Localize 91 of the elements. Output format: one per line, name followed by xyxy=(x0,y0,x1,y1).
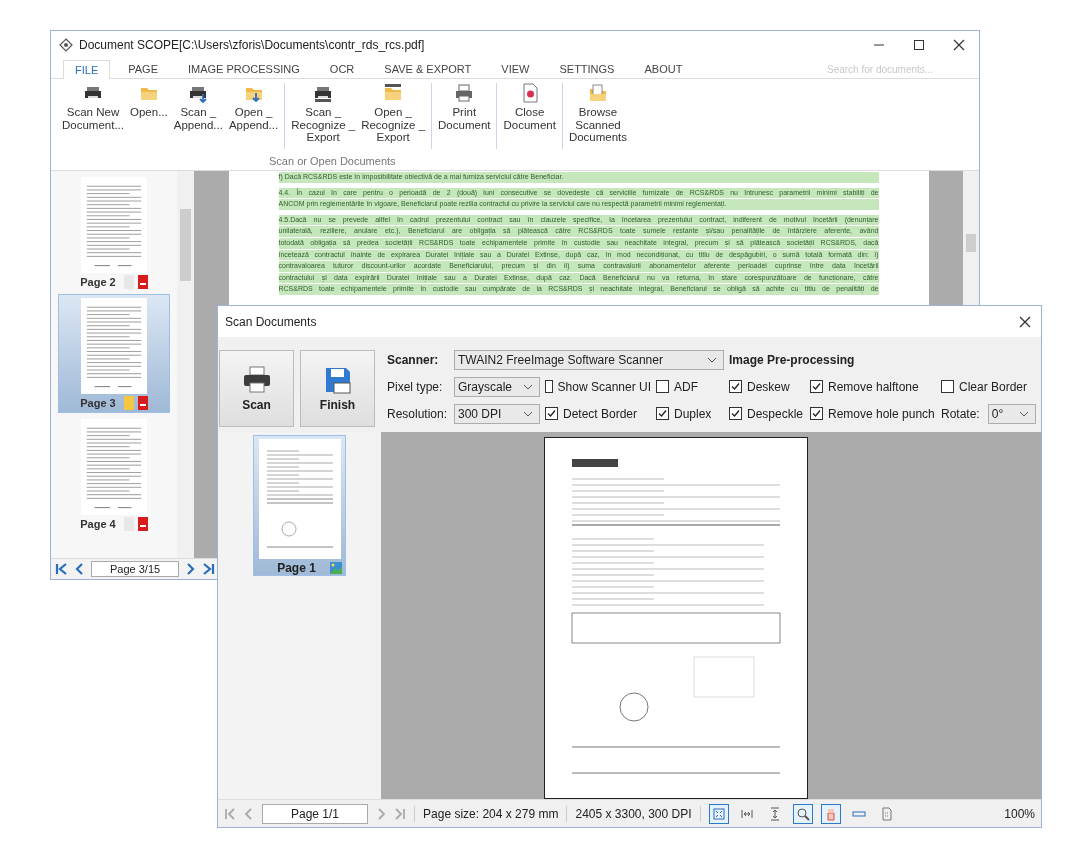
maximize-icon[interactable] xyxy=(913,38,925,51)
page-thumbnail-item[interactable]: Page 3 xyxy=(58,294,170,413)
checkmark-icon xyxy=(730,408,741,419)
page-icon xyxy=(879,806,894,821)
pdf-icon xyxy=(137,396,148,410)
image-icon xyxy=(329,562,342,574)
chevron-down-icon xyxy=(523,383,533,390)
printer-icon xyxy=(241,365,272,394)
page-number-field[interactable]: Page 1/1 xyxy=(262,803,369,824)
page-thumbnail-item[interactable]: Page 2 xyxy=(58,173,170,292)
option-checkbox[interactable]: Remove halftone xyxy=(810,379,936,394)
pixel-type-dropdown[interactable]: Grayscale xyxy=(454,376,540,397)
option-checkbox[interactable]: Despeckle xyxy=(729,406,805,421)
checkmark-icon xyxy=(657,408,668,419)
page-number-field[interactable]: Page 3/15 xyxy=(91,561,180,577)
ribbon-button[interactable]: Close Document xyxy=(500,83,559,131)
ribbon-button[interactable]: Open _ Append... xyxy=(225,83,282,131)
window-title: Document SCOPE[C:\Users\zforis\Documents\contr_rds_rcs.pdf] xyxy=(79,37,426,52)
pan-tool-button[interactable] xyxy=(820,803,841,824)
first-page-icon[interactable] xyxy=(224,807,236,820)
scanner-label: Scanner: xyxy=(387,352,440,367)
previous-page-icon[interactable] xyxy=(75,563,85,575)
next-page-icon[interactable] xyxy=(185,563,196,575)
zoom-level-text: 100% xyxy=(1004,806,1035,821)
dialog-tool-button[interactable]: Finish xyxy=(300,350,375,427)
page-thumbnail-item[interactable]: Page 4 xyxy=(58,415,170,534)
fit-page-icon xyxy=(711,806,726,821)
scanner-dropdown[interactable]: TWAIN2 FreeImage Software Scanner xyxy=(454,349,724,370)
ribbon-tab[interactable]: IMAGE PROCESSING xyxy=(176,59,312,78)
last-page-icon[interactable] xyxy=(201,563,216,575)
dialog-title: Scan Documents xyxy=(225,314,317,329)
dialog-tool-button[interactable]: Scan xyxy=(219,350,294,427)
chevron-down-icon xyxy=(707,356,717,363)
page-size-text: Page size: 204 x 279 mm xyxy=(423,806,559,821)
ribbon-tab[interactable]: VIEW xyxy=(489,59,542,78)
pixel-type-label: Pixel type: xyxy=(387,379,444,394)
page-label: Page 1 xyxy=(277,561,316,575)
ribbon-button[interactable]: Open _ Recognize _ Export xyxy=(358,83,429,144)
ribbon-tab[interactable]: SETTINGS xyxy=(547,59,627,78)
rotate-label: Rotate: xyxy=(941,406,980,421)
pdf-icon xyxy=(137,275,148,289)
ribbon-button[interactable]: Print Document xyxy=(435,83,494,131)
save-icon xyxy=(323,365,352,394)
page-label: Page 4 xyxy=(80,518,116,530)
checkmark-icon xyxy=(730,381,741,392)
app-logo-icon xyxy=(59,37,73,52)
ribbon-tab[interactable]: PAGE xyxy=(116,59,170,78)
option-checkbox[interactable]: Remove hole punch xyxy=(810,406,936,421)
close-icon[interactable] xyxy=(1019,315,1031,328)
ribbon-tab[interactable]: FILE xyxy=(63,60,111,79)
checkmark-icon xyxy=(811,408,822,419)
option-checkbox[interactable]: Deskew xyxy=(729,379,805,394)
ribbon-button[interactable]: Scan New Document... xyxy=(59,83,127,131)
magnifier-icon xyxy=(795,806,810,821)
ribbon-button[interactable]: Browse Scanned Documents xyxy=(565,83,631,144)
page-label: Page 3 xyxy=(80,397,116,409)
printer-icon xyxy=(454,83,475,103)
option-checkbox[interactable]: Detect Border xyxy=(545,406,651,421)
ribbon-button[interactable]: Open... xyxy=(127,83,171,119)
chevron-down-icon xyxy=(1018,410,1029,417)
option-checkbox[interactable]: Clear Border xyxy=(941,379,1036,394)
resolution-dropdown[interactable]: 300 DPI xyxy=(454,403,540,424)
fit-page-button[interactable] xyxy=(708,803,729,824)
ribbon-tab[interactable]: OCR xyxy=(317,59,367,78)
option-checkbox[interactable]: ADF xyxy=(656,379,724,394)
zoom-tool-button[interactable] xyxy=(792,803,813,824)
checkmark-icon xyxy=(546,408,557,419)
ribbon-group-caption: Scan or Open Documents xyxy=(269,155,396,167)
option-checkbox[interactable]: Show Scanner UI xyxy=(545,379,651,394)
page-label: Page 2 xyxy=(80,276,116,288)
image-dimensions-text: 2405 x 3300, 300 DPI xyxy=(575,806,692,821)
previous-page-icon[interactable] xyxy=(244,807,254,820)
section-heading: Image Pre-processing xyxy=(729,352,856,367)
ribbon-button[interactable]: Scan _ Append... xyxy=(170,83,226,131)
next-page-icon[interactable] xyxy=(376,807,387,820)
scrollbar[interactable] xyxy=(177,171,194,558)
pdf-icon xyxy=(137,517,148,531)
chevron-down-icon xyxy=(523,410,533,417)
folder-icon xyxy=(383,83,404,103)
checkmark-icon xyxy=(811,381,822,392)
ribbon-button[interactable]: Scan _ Recognize _ Export xyxy=(288,83,359,144)
folder-documents-icon xyxy=(588,83,608,103)
close-icon[interactable] xyxy=(953,38,965,51)
resolution-label: Resolution: xyxy=(387,406,449,421)
option-checkbox[interactable]: Duplex xyxy=(656,406,724,421)
rotate-dropdown[interactable]: 0° xyxy=(987,403,1036,424)
ribbon-tab[interactable]: ABOUT xyxy=(632,59,695,78)
first-page-icon[interactable] xyxy=(55,563,69,575)
last-page-icon[interactable] xyxy=(394,807,407,820)
ribbon-tab[interactable]: SAVE & EXPORT xyxy=(372,59,484,78)
page-thumbnail-item[interactable]: Page 1 xyxy=(253,435,346,576)
